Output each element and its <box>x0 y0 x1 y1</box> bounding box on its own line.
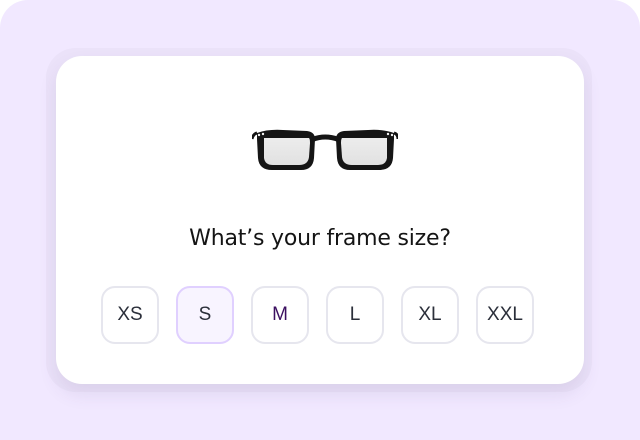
size-option-xl[interactable]: XL <box>401 286 459 344</box>
size-option-l[interactable]: L <box>326 286 384 344</box>
size-options: XS S M L XL XXL <box>101 286 534 344</box>
size-option-m[interactable]: M <box>251 286 309 344</box>
size-option-s[interactable]: S <box>176 286 234 344</box>
frame-size-card: What’s your frame size? XS S M L XL XXL <box>56 56 584 384</box>
size-option-xs[interactable]: XS <box>101 286 159 344</box>
frame-size-question: What’s your frame size? <box>189 226 451 251</box>
glasses-icon <box>252 129 398 170</box>
size-option-xxl[interactable]: XXL <box>476 286 534 344</box>
